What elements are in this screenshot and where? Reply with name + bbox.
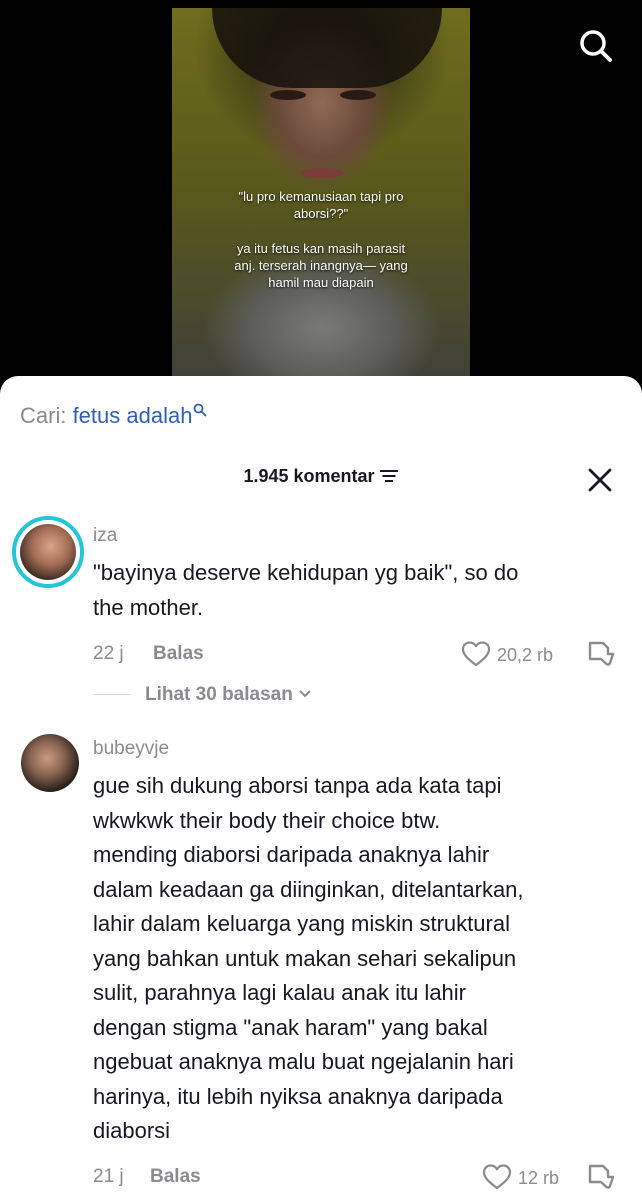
dislike-icon[interactable]	[586, 639, 616, 669]
comment-item: iza "bayinya deserve kehidupan yg baik",…	[0, 516, 642, 716]
comment-count-label: 1.945 komentar	[243, 466, 375, 486]
close-icon	[588, 468, 612, 492]
reply-button[interactable]: Balas	[153, 643, 204, 665]
video-area: "lu pro kemanusiaan tapi pro aborsi??" y…	[0, 0, 642, 400]
close-button[interactable]	[586, 466, 614, 494]
dislike-icon[interactable]	[586, 1162, 616, 1192]
replies-divider	[93, 694, 131, 695]
chevron-down-icon	[299, 690, 311, 698]
comment-text: gue sih dukung aborsi tanpa ada kata tap…	[93, 773, 524, 1143]
comment-time: 22 j	[93, 643, 124, 664]
video-eye-right	[340, 90, 376, 100]
like-count: 12 rb	[518, 1168, 560, 1188]
video-eye-left	[270, 90, 306, 100]
search-suggestion[interactable]: Cari: fetus adalah	[20, 403, 207, 429]
comments-sheet: Cari: fetus adalah 1.945 komentar iza "b…	[0, 376, 642, 1200]
search-button[interactable]	[576, 26, 616, 66]
heart-icon[interactable]	[482, 1163, 512, 1191]
heart-icon[interactable]	[461, 640, 491, 668]
comment-text: "bayinya deserve kehidupan yg baik", so …	[93, 560, 519, 620]
avatar[interactable]	[21, 734, 79, 792]
search-term[interactable]: fetus adalah	[73, 403, 193, 428]
search-prefix: Cari:	[20, 403, 73, 428]
search-term-icon	[194, 403, 207, 417]
video-hair	[212, 8, 442, 88]
video-mouth	[300, 168, 344, 178]
comment-username[interactable]: bubeyvje	[93, 738, 169, 760]
search-icon	[580, 30, 612, 62]
comments-header: 1.945 komentar	[0, 466, 642, 496]
comment-username[interactable]: iza	[93, 525, 117, 547]
video-caption-line1: "lu pro kemanusiaan tapi pro aborsi??"	[238, 189, 404, 221]
view-replies-button[interactable]: Lihat 30 balasan	[145, 684, 312, 706]
like-count: 20,2 rb	[497, 645, 554, 665]
video-caption-line2: ya itu fetus kan masih parasit anj. ters…	[234, 241, 408, 290]
comment-count[interactable]: 1.945 komentar	[0, 466, 642, 487]
comment-item: bubeyvje gue sih dukung aborsi tanpa ada…	[0, 734, 642, 1200]
avatar	[20, 524, 76, 580]
video-caption: "lu pro kemanusiaan tapi pro aborsi??" y…	[172, 188, 470, 309]
avatar-story-ring[interactable]	[12, 516, 84, 588]
filter-icon[interactable]	[379, 468, 399, 484]
view-replies-label: Lihat 30 balasan	[145, 684, 293, 705]
comment-time: 21 j	[93, 1166, 124, 1187]
reply-button[interactable]: Balas	[150, 1166, 201, 1188]
video-player[interactable]: "lu pro kemanusiaan tapi pro aborsi??" y…	[172, 8, 470, 388]
